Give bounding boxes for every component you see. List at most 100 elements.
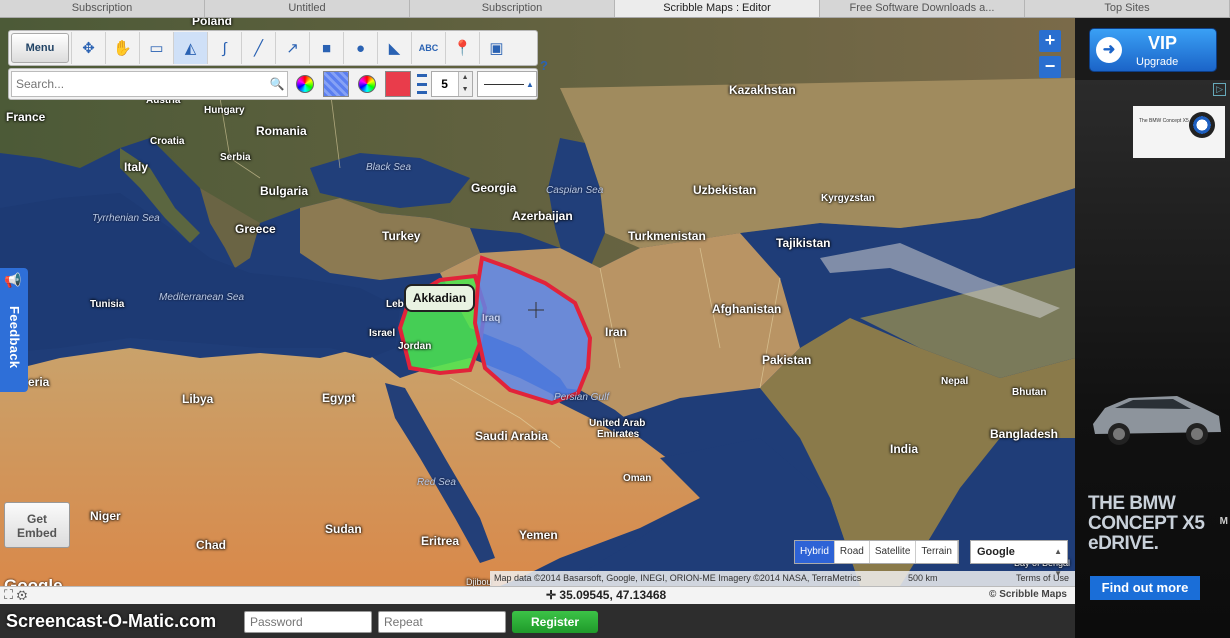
map-type-road[interactable]: Road: [835, 541, 870, 563]
map-type-satellite[interactable]: Satellite: [870, 541, 917, 563]
marker-icon[interactable]: 📍: [445, 32, 479, 64]
status-bar: ⛶ ⚙ ✛ 35.09545, 47.13468 © Scribble Maps: [0, 586, 1075, 604]
map-label-caspian-sea: Caspian Sea: [546, 185, 604, 196]
color-wheel-icon: [358, 75, 377, 93]
freehand-icon[interactable]: ∫: [207, 32, 241, 64]
search-input[interactable]: [12, 72, 268, 96]
zoom-out-button[interactable]: −: [1039, 56, 1061, 78]
line-color-swatch[interactable]: [384, 70, 413, 98]
fill-icon[interactable]: ◭: [173, 32, 207, 64]
map-label-croatia: Croatia: [150, 136, 185, 147]
zoom-in-button[interactable]: +: [1039, 30, 1061, 52]
hand-icon[interactable]: ✋: [105, 32, 139, 64]
map-label-chad: Chad: [196, 538, 226, 552]
map-label-serbia: Serbia: [220, 152, 251, 163]
arrow-icon[interactable]: ↗: [275, 32, 309, 64]
browser-tab-free-software[interactable]: Free Software Downloads a...: [820, 0, 1025, 17]
get-embed-button[interactable]: Get Embed: [4, 502, 70, 548]
polygon-icon[interactable]: ◣: [377, 32, 411, 64]
map-label-afghanistan: Afghanistan: [712, 302, 782, 316]
map-label-persian-gulf: Persian Gulf: [554, 392, 610, 403]
circle-icon[interactable]: ●: [343, 32, 377, 64]
map-label-jordan: Jordan: [398, 341, 432, 352]
map-label-uae-1: United Arab: [589, 418, 646, 429]
vip-title: VIP: [1148, 33, 1178, 53]
crosshair-icon: ✛: [546, 588, 560, 602]
browser-tab-top-sites[interactable]: Top Sites: [1025, 0, 1230, 17]
increment-icon[interactable]: ▲: [458, 72, 472, 84]
text-icon[interactable]: ABC: [411, 32, 445, 64]
browser-tab-scribble-maps[interactable]: Scribble Maps : Editor: [615, 0, 820, 17]
map-type-hybrid[interactable]: Hybrid: [795, 541, 835, 563]
adchoices-icon[interactable]: ▷: [1213, 83, 1226, 96]
map-label-france: France: [6, 110, 46, 124]
line-style-dropdown[interactable]: ▲: [476, 71, 537, 97]
browser-tab-subscription[interactable]: Subscription: [0, 0, 205, 17]
decrement-icon[interactable]: ▼: [458, 84, 472, 96]
line-icon[interactable]: ╱: [241, 32, 275, 64]
rectangle-icon[interactable]: ■: [309, 32, 343, 64]
map-label-saudi-arabia: Saudi Arabia: [475, 429, 548, 443]
get-embed-label-1: Get: [26, 512, 47, 526]
google-logo: Google: [4, 576, 63, 586]
gear-icon[interactable]: ⚙: [17, 587, 28, 602]
browser-tab-untitled[interactable]: Untitled: [205, 0, 410, 17]
repeat-password-field[interactable]: [378, 611, 506, 633]
get-embed-label-2: Embed: [16, 526, 57, 540]
pointer-icon[interactable]: ✥: [71, 32, 105, 64]
fill-color-picker-button[interactable]: [290, 70, 319, 98]
chevron-updown-icon: ▲ ▼: [1054, 547, 1062, 578]
password-field[interactable]: [244, 611, 372, 633]
line-width-stepper[interactable]: 5 ▲ ▼: [430, 71, 473, 97]
register-button[interactable]: Register: [512, 611, 598, 633]
bmw-advertisement[interactable]: ▷ The BMW Concept X5 eDrive THE BMW CONC…: [1075, 80, 1230, 638]
map-label-turkey: Turkey: [382, 229, 421, 243]
map-label-turkmenistan: Turkmenistan: [628, 229, 706, 243]
browser-tab-subscription-2[interactable]: Subscription: [410, 0, 615, 17]
map-label-italy: Italy: [124, 160, 149, 174]
map-label-romania: Romania: [256, 124, 307, 138]
text-tool-label: ABC: [418, 43, 439, 53]
map-label-uzbekistan: Uzbekistan: [693, 183, 757, 197]
map-label-sudan: Sudan: [325, 522, 362, 536]
map-label-eritrea: Eritrea: [421, 534, 460, 548]
screencast-watermark: Screencast-O-Matic.com: [6, 611, 217, 631]
ad-edge-letter: M: [1219, 516, 1228, 527]
fullscreen-icon[interactable]: ⛶: [4, 587, 13, 602]
eraser-icon[interactable]: ▭: [139, 32, 173, 64]
sidebar-ad-column: ➜ VIP Upgrade ▷ The BMW Concept X5 eDriv…: [1075, 18, 1230, 638]
vip-subtitle: Upgrade: [1136, 56, 1179, 68]
find-out-more-button[interactable]: Find out more: [1090, 576, 1200, 600]
map-label-oman: Oman: [623, 473, 652, 484]
line-color-picker-button[interactable]: [353, 70, 382, 98]
feedback-tab[interactable]: 📢 Feedback: [0, 268, 28, 392]
help-button[interactable]: ?: [540, 58, 548, 73]
map-provider-select[interactable]: Google ▲ ▼: [970, 540, 1068, 578]
map-label-iraq: Iraq: [482, 313, 501, 324]
cursor-coordinates: ✛ 35.09545, 47.13468: [546, 588, 667, 602]
search-icon[interactable]: 🔍: [267, 77, 287, 91]
style-toolbar: 🔍 5 ▲ ▼ ▲: [8, 68, 538, 100]
map-attribution: Map data ©2014 Basarsoft, Google, INEGI,…: [490, 571, 1075, 586]
scale-bar: 500 km: [908, 573, 938, 583]
map-type-terrain[interactable]: Terrain: [916, 541, 958, 563]
vip-upgrade-button[interactable]: ➜ VIP Upgrade: [1089, 28, 1217, 72]
map-label-mediterranean-sea: Mediterranean Sea: [159, 292, 245, 303]
map-label-iran: Iran: [605, 325, 628, 339]
image-icon[interactable]: ▣: [479, 32, 513, 64]
menu-button[interactable]: Menu: [11, 33, 69, 63]
line-width-icon: [416, 74, 427, 94]
upgrade-arrow-icon: ➜: [1096, 37, 1122, 63]
account-bar: Screencast-O-Matic.com Register: [0, 604, 1075, 638]
map-label-lebanon: Leb: [386, 299, 404, 310]
map-canvas[interactable]: Poland Austria France Hungary Romania Cr…: [0, 18, 1075, 586]
feedback-label: Feedback: [7, 306, 22, 369]
map-label-poland: Poland: [192, 18, 233, 28]
map-label-bangladesh: Bangladesh: [990, 427, 1059, 441]
akkadian-label-popup[interactable]: Akkadian: [404, 284, 475, 312]
map-label-egypt: Egypt: [322, 391, 356, 405]
map-label-bhutan: Bhutan: [1012, 387, 1047, 398]
fill-color-swatch[interactable]: [321, 70, 350, 98]
bmw-logo: [1189, 112, 1215, 138]
ad-headline: THE BMW CONCEPT X5 eDRIVE.: [1088, 493, 1205, 554]
